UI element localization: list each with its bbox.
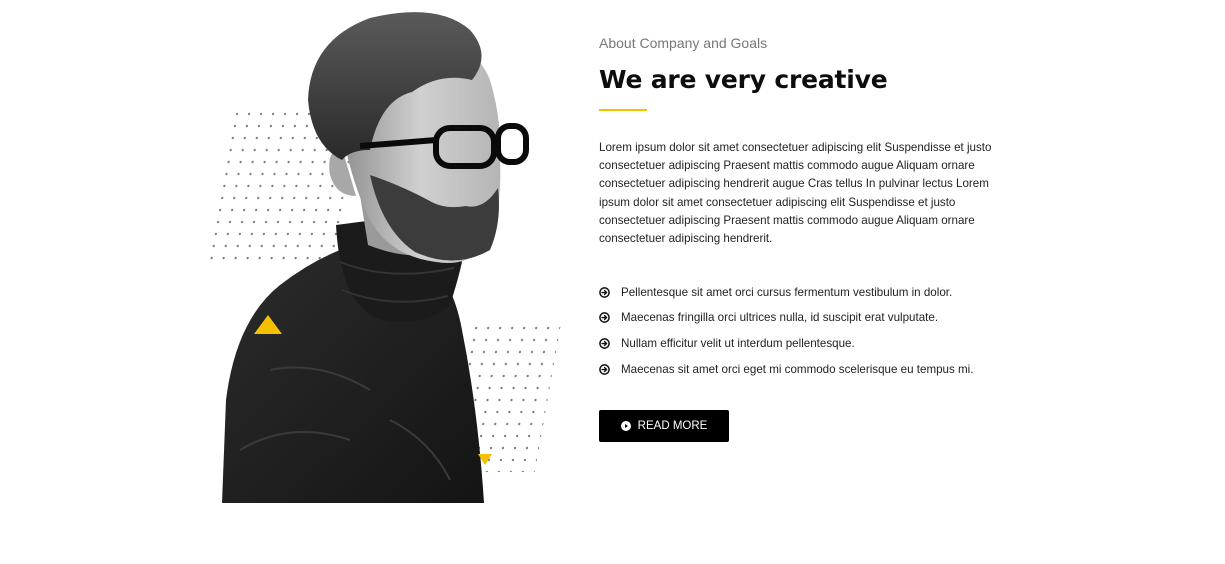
arrow-circle-right-icon: [599, 338, 610, 349]
arrow-circle-right-icon: [599, 286, 610, 298]
read-more-label: READ MORE: [637, 419, 708, 432]
about-paragraph: Lorem ipsum dolor sit amet consectetuer …: [599, 141, 992, 246]
feature-text: Maecenas sit amet orci eget mi commodo s…: [621, 362, 974, 376]
arrow-circle-right-icon: [599, 312, 610, 324]
feature-list-item: Maecenas sit amet orci eget mi commodo s…: [599, 356, 1019, 382]
read-more-button[interactable]: READ MORE: [599, 409, 729, 442]
triangle-decoration-down: [478, 454, 492, 465]
section-eyebrow: About Company and Goals: [599, 35, 768, 51]
about-visual: [200, 0, 562, 510]
feature-list-item: Pellentesque sit amet orci cursus fermen…: [599, 279, 1019, 305]
feature-text: Nullam efficitur velit ut interdum pelle…: [621, 336, 855, 350]
feature-list-item: Maecenas fringilla orci ultrices nulla, …: [599, 305, 1019, 331]
arrow-circle-right-icon: [599, 363, 610, 375]
feature-list-item: Nullam efficitur velit ut interdum pelle…: [599, 331, 1019, 357]
portrait-image: [222, 12, 529, 503]
section-title: We are very creative: [599, 65, 888, 94]
triangle-decoration-up: [254, 315, 282, 334]
about-section: About Company and Goals We are very crea…: [0, 0, 1225, 564]
feature-list: Pellentesque sit amet orci cursus fermen…: [599, 279, 1019, 382]
feature-text: Maecenas fringilla orci ultrices nulla, …: [621, 311, 939, 325]
title-underline: [599, 109, 647, 111]
play-circle-icon: [620, 420, 631, 431]
feature-text: Pellentesque sit amet orci cursus fermen…: [621, 285, 953, 299]
about-content: About Company and Goals We are very crea…: [599, 34, 1019, 442]
